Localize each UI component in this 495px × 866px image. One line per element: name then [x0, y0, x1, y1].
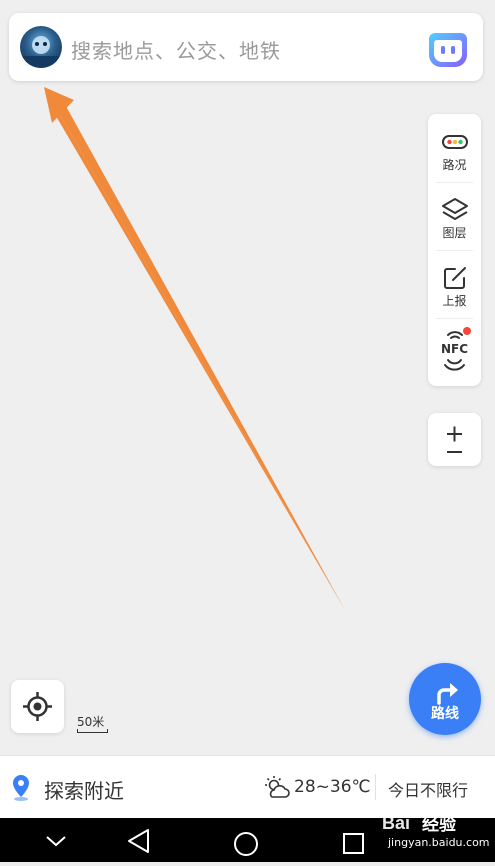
nav-back-icon — [128, 829, 149, 853]
traffic-label: 路况 — [442, 158, 467, 172]
baidu-logo-icon: Bai — [382, 813, 410, 833]
report-label: 上报 — [442, 294, 467, 308]
route-label: 路线 — [431, 706, 459, 722]
traffic-restriction[interactable]: 今日不限行 — [388, 777, 468, 801]
watermark-url: jingyan.baidu.com — [388, 836, 490, 849]
user-avatar[interactable] — [20, 26, 62, 68]
nfc-label: NFC — [440, 342, 469, 356]
watermark-brand: 经验 — [422, 815, 456, 835]
weather-temperature[interactable]: 28~36℃ — [294, 777, 371, 797]
baidu-jingyan-watermark: Bai 经验 jingyan.baidu.com — [378, 806, 495, 856]
traffic-button[interactable]: 路况 — [428, 114, 481, 182]
map-canvas[interactable] — [0, 0, 495, 755]
nfc-wave-bottom — [444, 359, 465, 371]
report-button[interactable]: 上报 — [428, 250, 481, 318]
annotation-arrow — [44, 87, 345, 610]
explore-nearby-button[interactable]: 探索附近 — [44, 775, 124, 804]
weather-partly-cloudy-icon — [265, 776, 290, 798]
nav-recents-icon — [343, 833, 364, 854]
map-tools-panel: 路况 图层 上报 NFC — [428, 114, 481, 386]
layers-button[interactable]: 图层 — [428, 182, 481, 250]
zoom-control[interactable] — [428, 413, 481, 466]
avatar-image — [20, 36, 62, 68]
locate-button[interactable] — [11, 680, 64, 733]
locate-icon — [23, 692, 52, 721]
location-pin-icon — [13, 775, 29, 801]
zoom-icon — [447, 426, 462, 453]
divider — [375, 774, 376, 800]
nav-collapse-icon — [46, 836, 66, 847]
nfc-button[interactable]: NFC — [428, 318, 481, 386]
search-input[interactable]: 搜索地点、公交、地铁 — [71, 35, 281, 64]
map-scale-label: 50米 — [77, 715, 105, 729]
assistant-icon[interactable] — [427, 27, 469, 69]
map-scale-bar — [77, 729, 108, 733]
report-icon — [444, 267, 466, 289]
layers-label: 图层 — [442, 226, 467, 240]
layers-icon — [442, 198, 468, 220]
traffic-icon — [442, 135, 468, 149]
nfc-badge — [463, 327, 471, 335]
nav-home-icon — [234, 832, 258, 856]
search-bar[interactable]: 搜索地点、公交、地铁 — [9, 13, 483, 81]
svg-text:Bai: Bai — [382, 813, 410, 833]
route-button[interactable]: 路线 — [409, 663, 481, 735]
